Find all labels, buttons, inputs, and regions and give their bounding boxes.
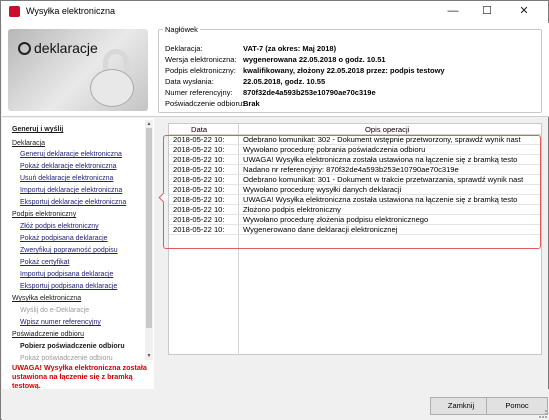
padlock-icon: [90, 69, 134, 107]
row-desc: Złożono podpis elektroniczny: [243, 205, 341, 214]
nav-importuj-podpisana[interactable]: Importuj podpisana deklaracje: [20, 271, 113, 278]
row-date: 2018-05-22 10:: [173, 205, 225, 214]
maximize-button[interactable]: ☐: [470, 1, 504, 23]
row-desc: UWAGA! Wysyłka elektroniczna została ust…: [243, 195, 518, 204]
row-desc: UWAGA! Wysyłka elektroniczna została ust…: [243, 155, 518, 164]
nav-pobierz-poswiadczenie[interactable]: Pobierz poświadczenie odbioru: [20, 343, 125, 350]
window-title: Wysyłka elektroniczna: [26, 6, 115, 16]
nav-wpisz-numer[interactable]: Wpisz numer referencyjny: [20, 319, 101, 326]
row-desc: Odebrano komunikat: 301 - Dokument w tra…: [243, 175, 524, 184]
field-label: Deklaracja:: [165, 44, 203, 53]
nav-eksportuj-podpisana[interactable]: Eksportuj podpisana deklaracje: [20, 283, 117, 290]
nav-group-wysylka[interactable]: Wysyłka elektroniczna: [12, 295, 81, 302]
row-date: 2018-05-22 10:: [173, 165, 225, 174]
close-window-button[interactable]: ✕: [507, 1, 541, 23]
nav-generuj-deklaracje[interactable]: Generuj deklaracje elektroniczna: [20, 151, 122, 158]
nav-group-deklaracja[interactable]: Deklaracja: [12, 140, 45, 147]
field-label: Numer referencyjny:: [165, 88, 233, 97]
field-value: 22.05.2018, godz. 10.55: [243, 77, 326, 86]
scroll-down-icon[interactable]: ▼: [145, 352, 153, 360]
row-desc: Wygenerowano dane deklaracji elektronicz…: [243, 225, 398, 234]
table-row[interactable]: 2018-05-22 10: Odebrano komunikat: 302 - …: [169, 135, 541, 145]
table-row[interactable]: 2018-05-22 10: UWAGA! Wysyłka elektronicz…: [169, 195, 541, 205]
nav-zweryfikuj-podpis[interactable]: Zweryfikuj poprawność podpisu: [20, 247, 118, 254]
nav-pokaz-podpisana[interactable]: Pokaż podpisana deklaracje: [20, 235, 108, 242]
main-window: Wysyłka elektroniczna — ☐ ✕ deklaracje N…: [0, 0, 549, 420]
table-row[interactable]: 2018-05-22 10: Złożono podpis elektronicz…: [169, 205, 541, 215]
nav-section-generuj[interactable]: Generuj i wyślij: [12, 126, 63, 133]
field-value: kwalifikowany, złożony 22.05.2018 przez:…: [243, 66, 445, 75]
row-desc: Nadano nr referencyjny: 870f32de4a593b25…: [243, 165, 459, 174]
nav-importuj-deklaracje[interactable]: Importuj deklaracje elektroniczna: [20, 187, 122, 194]
nav-pokaz-certyfikat[interactable]: Pokaż certyfikat: [20, 259, 69, 266]
app-icon: [9, 6, 20, 17]
logo-brand-text: deklaracje: [34, 40, 98, 56]
field-value: VAT-7 (za okres: Maj 2018): [243, 44, 337, 53]
field-label: Wersja elektroniczna:: [165, 55, 237, 64]
close-button[interactable]: Zamknij: [430, 397, 492, 415]
row-desc: Odebrano komunikat: 302 - Dokument wstęp…: [243, 135, 521, 144]
resize-grip-icon[interactable]: [539, 410, 547, 418]
nav-group-poswiadczenie[interactable]: Poświadczenie odbioru: [12, 331, 84, 338]
nav-zloz-podpis[interactable]: Złóż podpis elektroniczny: [20, 223, 99, 230]
nav-pokaz-deklaracje[interactable]: Pokaż deklaracje elektroniczna: [20, 163, 117, 170]
table-row[interactable]: 2018-05-22 10: Wygenerowano dane deklarac…: [169, 225, 541, 235]
nav-eksportuj-deklaracje[interactable]: Eksportuj deklaracje elektroniczna: [20, 199, 126, 206]
row-date: 2018-05-22 10:: [173, 135, 225, 144]
table-row[interactable]: 2018-05-22 10: Wywołano procedurę pobrani…: [169, 145, 541, 155]
nav-panel: Generuj i wyślij Deklaracja Generuj dekl…: [2, 118, 154, 410]
row-date: 2018-05-22 10:: [173, 195, 225, 204]
title-bar: Wysyłka elektroniczna — ☐ ✕: [1, 1, 548, 23]
row-desc: Wywołano procedurę wysyłki danych deklar…: [243, 185, 402, 194]
col-header-desc[interactable]: Opis operacji: [365, 125, 409, 134]
field-value: 870f32de4a593b253e10790ae70c319e: [243, 88, 376, 97]
row-date: 2018-05-22 10:: [173, 155, 225, 164]
row-date: 2018-05-22 10:: [173, 145, 225, 154]
field-label: Podpis elektroniczny:: [165, 66, 236, 75]
row-date: 2018-05-22 10:: [173, 175, 225, 184]
nav-usun-deklaracje[interactable]: Usuń deklaracje elektroniczna: [20, 175, 113, 182]
field-value: Brak: [243, 99, 260, 108]
footer-bar: Zamknij Pomoc: [2, 389, 549, 420]
table-row[interactable]: 2018-05-22 10: Nadano nr referencyjny: 87…: [169, 165, 541, 175]
table-row[interactable]: 2018-05-22 10: Wywołano procedurę wysyłki…: [169, 185, 541, 195]
nav-pokaz-poswiadczenie: Pokaż poświadczenie odbioru: [20, 355, 113, 362]
log-rows: 2018-05-22 10: Odebrano komunikat: 302 - …: [163, 135, 541, 249]
operations-log-table[interactable]: Data Opis operacji 2018-05-22 10: Odebran…: [163, 123, 542, 355]
header-legend: Nagłówek: [165, 25, 198, 34]
table-row[interactable]: 2018-05-22 10: UWAGA! Wysyłka elektronicz…: [169, 155, 541, 165]
table-row[interactable]: 2018-05-22 10: Odebrano komunikat: 301 - …: [169, 175, 541, 185]
test-gateway-warning: UWAGA! Wysyłka elektroniczna została ust…: [12, 363, 147, 390]
field-label: Poświadczenie odbioru:: [165, 99, 245, 108]
scroll-up-icon[interactable]: ▲: [145, 120, 153, 128]
scroll-thumb[interactable]: [146, 128, 152, 328]
table-row[interactable]: 2018-05-22 10: Wywołano procedurę złożeni…: [169, 215, 541, 225]
row-date: 2018-05-22 10:: [173, 225, 225, 234]
row-desc: Wywołano procedurę złożenia podpisu elek…: [243, 215, 429, 224]
row-date: 2018-05-22 10:: [173, 215, 225, 224]
minimize-button[interactable]: —: [436, 1, 470, 23]
field-label: Data wysłania:: [165, 77, 214, 86]
field-value: wygenerowana 22.05.2018 o godz. 10.51: [243, 55, 386, 64]
edeklaracje-logo: deklaracje: [8, 29, 148, 111]
e-logo-icon: [18, 42, 31, 55]
col-header-date[interactable]: Data: [191, 125, 207, 134]
row-desc: Wywołano procedurę pobrania poświadczeni…: [243, 145, 426, 154]
nav-group-podpis[interactable]: Podpis elektroniczny: [12, 211, 76, 218]
log-header: Data Opis operacji: [169, 124, 541, 135]
row-date: 2018-05-22 10:: [173, 185, 225, 194]
nav-wyslij-edeklaracje: Wyślij do e-Deklaracje: [20, 307, 90, 314]
nav-scrollbar[interactable]: ▲ ▼: [145, 120, 153, 360]
header-panel: deklaracje Nagłówek Deklaracja: VAT-7 (z…: [2, 23, 549, 117]
header-fieldset: Nagłówek Deklaracja: VAT-7 (za okres: Ma…: [158, 25, 542, 113]
